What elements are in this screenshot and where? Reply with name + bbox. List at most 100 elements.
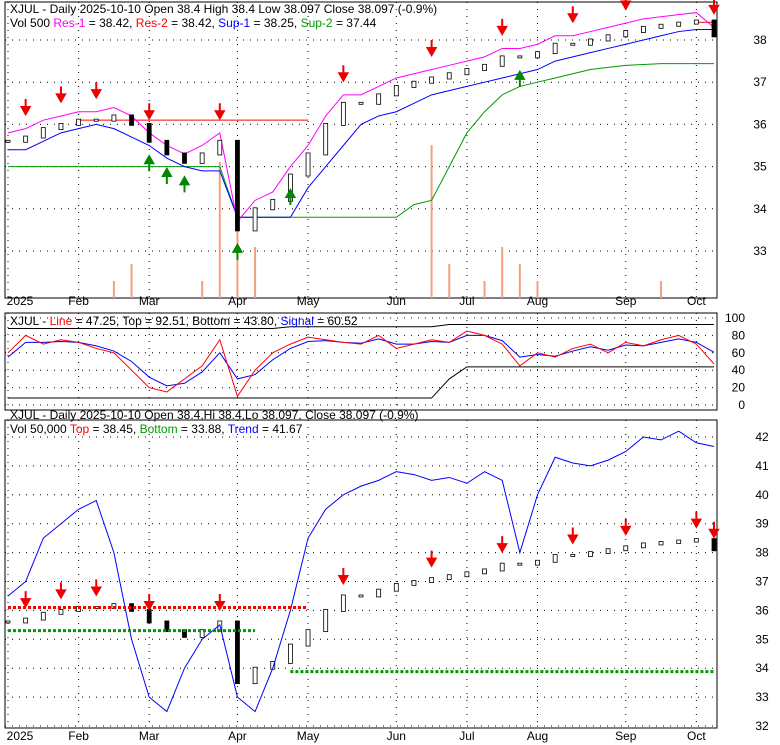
y-tick-label: 33	[753, 244, 767, 258]
price-candle	[323, 123, 329, 156]
price-candle	[217, 139, 223, 156]
price-candle	[199, 152, 205, 164]
sell-arrow-icon	[214, 103, 226, 121]
line-value: = 47.25, Top = 92.51, Bottom = 43.80,	[72, 314, 280, 328]
signal-label: Signal	[281, 314, 314, 328]
sell-arrow-icon	[496, 536, 508, 554]
trend-value: = 41.67	[259, 422, 303, 436]
sell-arrow-icon	[620, 0, 632, 11]
x-tick-label: Oct	[687, 729, 706, 743]
price-candle	[499, 562, 505, 572]
res2-label: Res-2	[136, 16, 168, 30]
x-tick-label: Sep	[615, 729, 637, 743]
bottom-value: = 33.88,	[178, 422, 228, 436]
price-candle	[711, 538, 717, 552]
price-candle	[252, 207, 258, 232]
trend-panel-title: XJUL - Daily 2025-10-10 Open 38.4,Hi 38.…	[10, 408, 418, 422]
x-tick-label: 2025	[7, 294, 34, 308]
price-panel-legend: Vol 500 Res-1 = 38.42, Res-2 = 38.42, Su…	[10, 16, 377, 30]
x-tick-label: Apr	[228, 294, 247, 308]
vol-label: Vol 500	[10, 16, 50, 30]
price-candle	[393, 85, 399, 97]
osc-line	[7, 330, 715, 398]
price-candle	[376, 588, 382, 598]
y-tick-label: 40	[755, 488, 769, 502]
sell-arrow-icon	[337, 65, 350, 83]
price-candle	[658, 23, 664, 29]
y-tick-label: 37	[753, 75, 767, 89]
price-candle	[429, 76, 435, 84]
price-candle	[58, 123, 64, 131]
price-candle	[411, 580, 417, 586]
sell-arrow-icon	[620, 518, 632, 536]
price-panel-title: XJUL - Daily 2025-10-10 Open 38.4 High 3…	[10, 2, 437, 16]
trend-panel	[4, 419, 718, 729]
x-tick-label: Feb	[68, 294, 89, 308]
y-tick-label: 42	[755, 430, 769, 444]
price-candle	[5, 139, 11, 143]
price-candle	[340, 594, 346, 612]
sell-arrow-icon	[143, 103, 155, 121]
price-candle	[164, 139, 170, 156]
y-tick-label: 34	[755, 661, 769, 675]
volume-bar	[483, 281, 486, 298]
x-tick-label: Jun	[387, 729, 406, 743]
x-tick-label: Mar	[139, 729, 160, 743]
sell-arrow-icon	[55, 86, 67, 104]
price-candle	[711, 19, 717, 38]
trend-panel-legend: Vol 50,000 Top = 38.45, Bottom = 33.88, …	[10, 422, 303, 436]
y-tick-label: 33	[755, 690, 769, 704]
price-candle	[93, 118, 99, 122]
price-candle	[40, 127, 46, 139]
trend-line	[7, 430, 715, 713]
x-tick-label: Jul	[459, 729, 474, 743]
volume-bar	[448, 264, 451, 298]
x-tick-label: Aug	[527, 294, 548, 308]
price-candle	[676, 21, 682, 27]
volume-bar	[218, 162, 221, 298]
price-candle	[693, 538, 699, 543]
volume-bar	[501, 247, 504, 298]
price-candle	[411, 80, 417, 88]
y-tick-label: 36	[753, 117, 767, 131]
price-candle	[623, 545, 629, 552]
top-label: Top	[70, 422, 90, 436]
volume-bar	[201, 281, 204, 298]
price-candle	[146, 609, 152, 624]
sell-arrow-icon	[690, 511, 703, 529]
price-candle	[323, 609, 329, 633]
bottom-label: Bottom	[140, 422, 178, 436]
price-candle	[305, 152, 311, 177]
buy-arrow-icon	[284, 188, 297, 206]
trend-label: Trend	[228, 422, 259, 436]
price-candle	[358, 101, 364, 105]
x-tick-label: Aug	[527, 729, 548, 743]
price-candle	[446, 72, 452, 80]
price-candle	[305, 629, 311, 647]
price-candle	[570, 42, 576, 46]
signal-value: = 60.52	[314, 314, 358, 328]
y-tick-label: 41	[755, 459, 769, 473]
volume-bar	[130, 264, 133, 298]
price-candle	[535, 559, 540, 566]
price-candle	[605, 34, 611, 42]
y-tick-label: 20	[732, 381, 746, 395]
price-candle	[146, 123, 152, 143]
price-candle	[358, 594, 364, 598]
volume-bar	[254, 247, 257, 298]
price-candle	[287, 643, 293, 664]
buy-arrow-icon	[231, 242, 244, 260]
price-candle	[570, 554, 576, 557]
price-candle	[605, 548, 611, 555]
price-candle	[446, 574, 452, 581]
y-tick-label: 34	[753, 202, 767, 216]
y-tick-label: 80	[732, 328, 746, 342]
price-candle	[5, 620, 11, 624]
buy-arrow-icon	[161, 166, 173, 184]
stock-chart: 33 34 35 36 37 38 0 20 40 60 80 100 32 33 34 35 36 37 38 39…	[0, 0, 780, 745]
price-candle	[23, 617, 29, 624]
sell-arrow-icon	[337, 567, 350, 585]
price-candle	[517, 562, 523, 566]
osc-ticker: XJUL -	[10, 314, 50, 328]
price-candle	[58, 609, 64, 615]
